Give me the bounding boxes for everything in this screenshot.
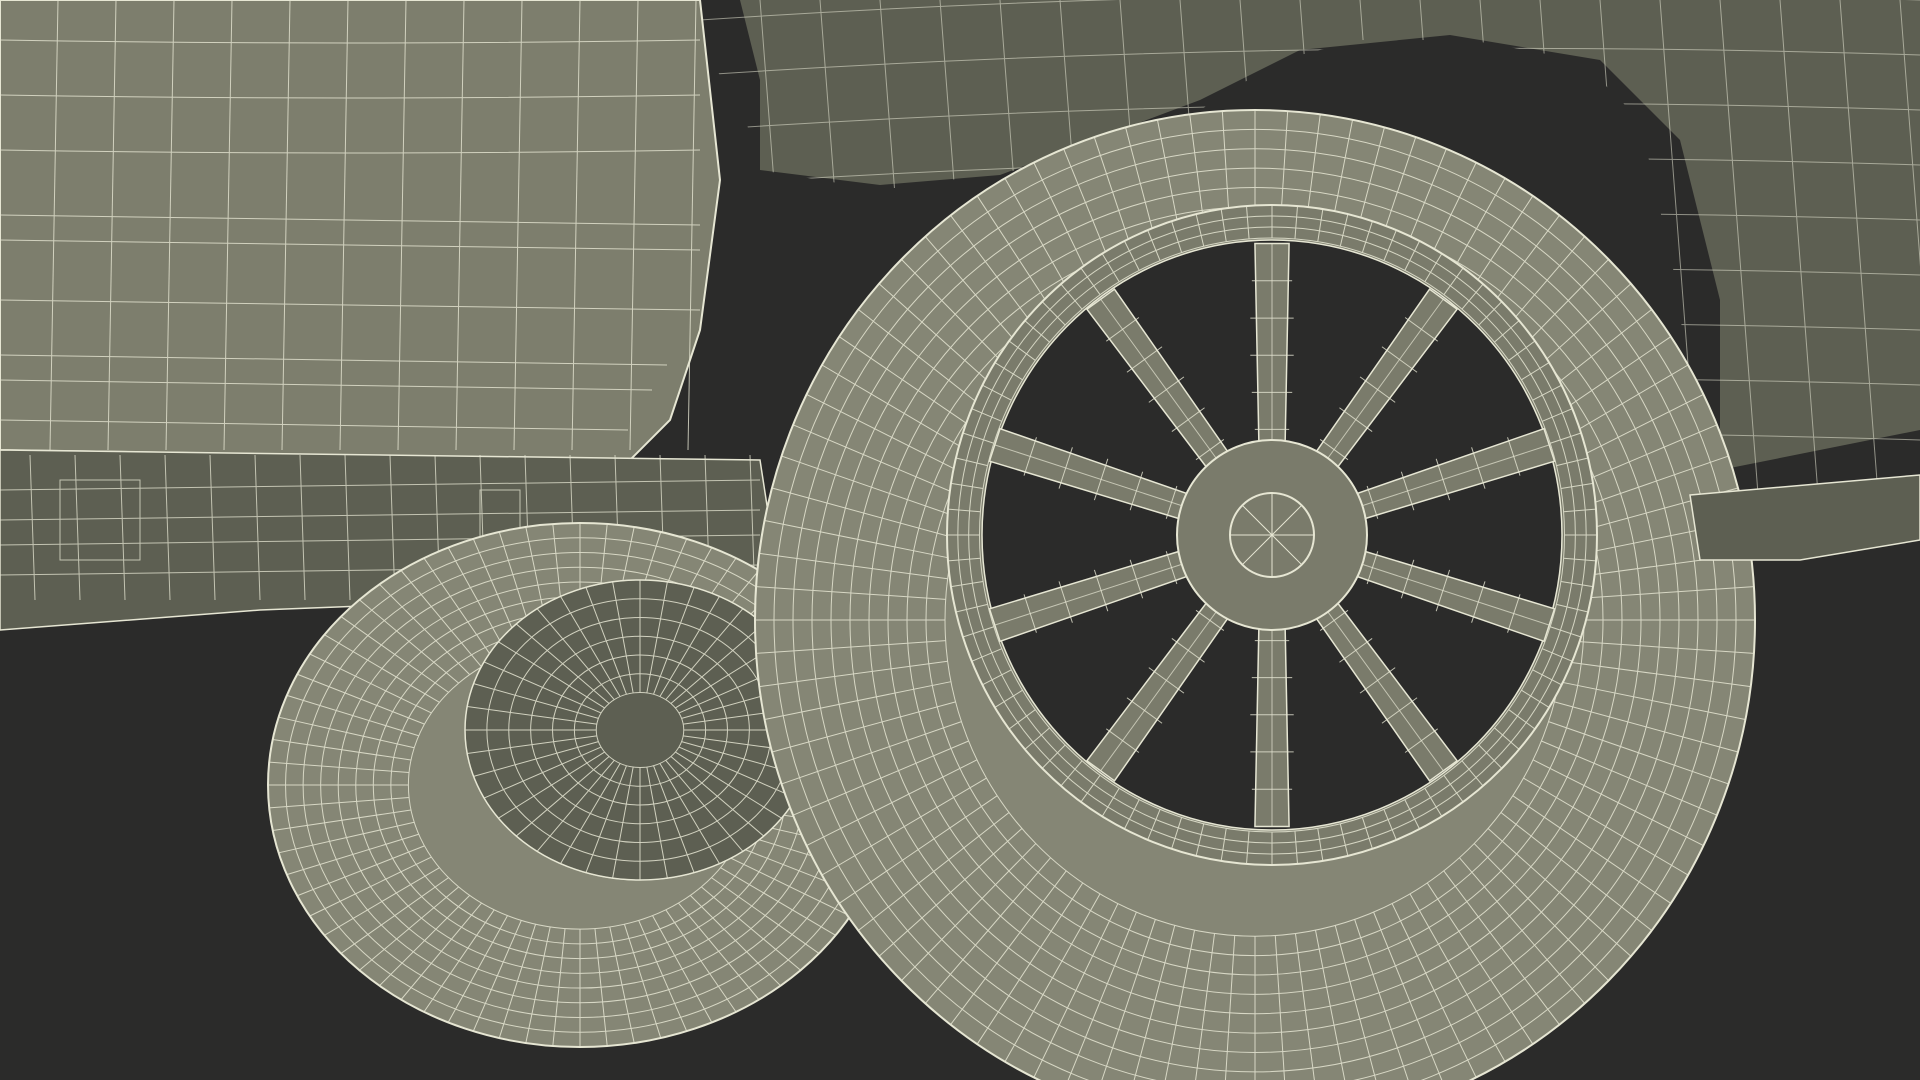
- render-viewport: [0, 0, 1920, 1080]
- wheel-hub: [1176, 439, 1368, 631]
- rear-bumper-panel: [0, 0, 722, 462]
- front-wheel: [754, 109, 1756, 1080]
- wireframe-scene: [0, 0, 1920, 1080]
